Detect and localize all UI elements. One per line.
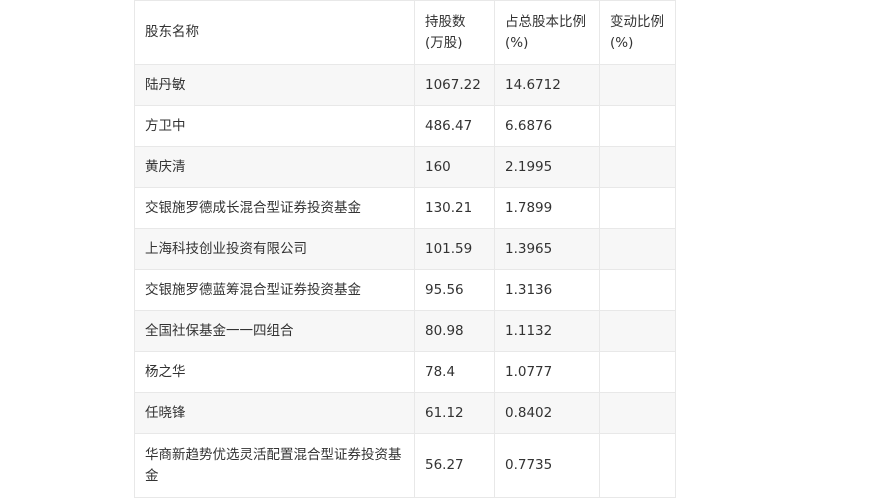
table-row: 任晓锋 61.12 0.8402 [134,392,676,434]
cell-share-ratio: 0.7735 [494,433,600,498]
cell-shareholder-name: 华商新趋势优选灵活配置混合型证券投资基金 [134,433,415,498]
cell-shares-held: 130.21 [414,187,495,229]
cell-shares-held: 160 [414,146,495,188]
table-header-row: 股东名称 持股数(万股) 占总股本比例(%) 变动比例(%) [134,0,676,65]
cell-change-ratio [599,64,676,106]
cell-share-ratio: 1.7899 [494,187,600,229]
table-row: 交银施罗德蓝筹混合型证券投资基金 95.56 1.3136 [134,269,676,311]
cell-shares-held: 486.47 [414,105,495,147]
cell-shares-held: 56.27 [414,433,495,498]
cell-share-ratio: 1.3136 [494,269,600,311]
table-row: 杨之华 78.4 1.0777 [134,351,676,393]
cell-shareholder-name: 交银施罗德成长混合型证券投资基金 [134,187,415,229]
table-row: 交银施罗德成长混合型证券投资基金 130.21 1.7899 [134,187,676,229]
cell-shareholder-name: 全国社保基金一一四组合 [134,310,415,352]
header-shares-held: 持股数(万股) [414,0,495,65]
cell-shareholder-name: 交银施罗德蓝筹混合型证券投资基金 [134,269,415,311]
table-row: 上海科技创业投资有限公司 101.59 1.3965 [134,228,676,270]
cell-change-ratio [599,269,676,311]
cell-change-ratio [599,351,676,393]
cell-shareholder-name: 上海科技创业投资有限公司 [134,228,415,270]
cell-shareholder-name: 黄庆清 [134,146,415,188]
table-row: 华商新趋势优选灵活配置混合型证券投资基金 56.27 0.7735 [134,433,676,498]
cell-shares-held: 78.4 [414,351,495,393]
cell-share-ratio: 14.6712 [494,64,600,106]
table-row: 陆丹敏 1067.22 14.6712 [134,64,676,106]
cell-change-ratio [599,146,676,188]
header-shareholder-name: 股东名称 [134,0,415,65]
cell-share-ratio: 0.8402 [494,392,600,434]
shareholder-table: 股东名称 持股数(万股) 占总股本比例(%) 变动比例(%) 陆丹敏 1067.… [134,0,676,498]
cell-shares-held: 101.59 [414,228,495,270]
cell-change-ratio [599,392,676,434]
header-change-ratio: 变动比例(%) [599,0,676,65]
cell-shares-held: 80.98 [414,310,495,352]
table-row: 全国社保基金一一四组合 80.98 1.1132 [134,310,676,352]
cell-shareholder-name: 方卫中 [134,105,415,147]
cell-share-ratio: 6.6876 [494,105,600,147]
header-share-ratio: 占总股本比例(%) [494,0,600,65]
cell-shareholder-name: 任晓锋 [134,392,415,434]
cell-shareholder-name: 陆丹敏 [134,64,415,106]
cell-share-ratio: 1.3965 [494,228,600,270]
cell-share-ratio: 1.0777 [494,351,600,393]
cell-share-ratio: 1.1132 [494,310,600,352]
cell-change-ratio [599,228,676,270]
cell-shares-held: 61.12 [414,392,495,434]
cell-change-ratio [599,433,676,498]
cell-change-ratio [599,310,676,352]
table-row: 黄庆清 160 2.1995 [134,146,676,188]
cell-shares-held: 1067.22 [414,64,495,106]
cell-change-ratio [599,187,676,229]
cell-shareholder-name: 杨之华 [134,351,415,393]
cell-shares-held: 95.56 [414,269,495,311]
cell-change-ratio [599,105,676,147]
table-row: 方卫中 486.47 6.6876 [134,105,676,147]
cell-share-ratio: 2.1995 [494,146,600,188]
